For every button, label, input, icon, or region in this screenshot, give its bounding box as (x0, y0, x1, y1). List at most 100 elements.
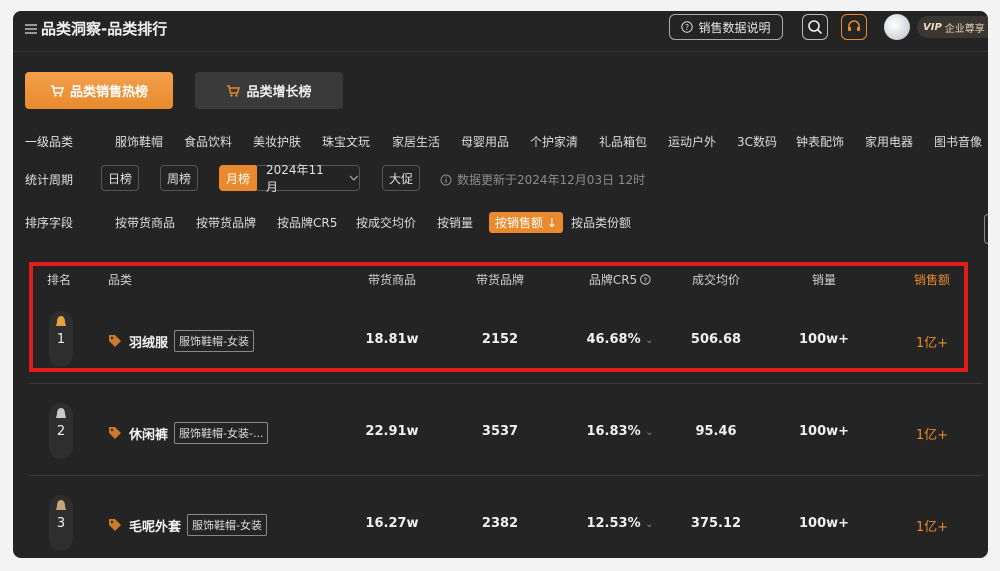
cr5-text: 12.53% (586, 516, 641, 531)
sales-value: 1亿+ (915, 336, 949, 351)
category-name[interactable]: 毛呢外套 (129, 516, 181, 535)
sort-option-active[interactable]: 按销售额 ↓ (489, 212, 563, 233)
menu-list-icon[interactable] (25, 23, 37, 35)
tab-category-growth[interactable]: 品类增长榜 (195, 72, 343, 109)
side-panel-handle[interactable] (984, 214, 988, 244)
svg-text:?: ? (644, 275, 648, 284)
col-brands[interactable]: 带货品牌 (476, 271, 524, 288)
tab-label: 品类增长榜 (246, 85, 312, 100)
col-sales[interactable]: 销售额 (914, 271, 950, 288)
table-row[interactable]: 1 羽绒服 服饰鞋帽-女装 18.81w 2152 46.68% ⌄ 506.6… (29, 295, 982, 385)
category-option[interactable]: 家居生活 (392, 133, 440, 150)
headset-icon (848, 20, 860, 31)
vip-text: 企业尊享 (944, 23, 985, 35)
cart-icon (50, 84, 64, 97)
avg-price-value: 95.46 (695, 424, 737, 439)
brands-value: 2152 (481, 332, 519, 347)
category-option[interactable]: 服饰鞋帽 (115, 133, 163, 150)
period-daily-button[interactable]: 日榜 (101, 165, 139, 191)
col-volume[interactable]: 销量 (812, 271, 836, 288)
category-option[interactable]: 钟表配饰 (796, 133, 844, 150)
question-circle-icon[interactable]: ? (640, 274, 651, 285)
period-promo-button[interactable]: 大促 (382, 165, 420, 191)
medal-silver-icon (56, 408, 66, 418)
category-cell: 休闲裤 服饰鞋帽-女装-... (107, 422, 269, 444)
vip-label: VIP (923, 21, 942, 33)
cr5-text: 16.83% (586, 424, 641, 439)
category-option[interactable]: 美妆护肤 (253, 133, 301, 150)
category-option[interactable]: 母婴用品 (461, 133, 509, 150)
category-name[interactable]: 休闲裤 (129, 424, 168, 443)
products-value: 16.27w (365, 516, 419, 531)
period-monthly-button[interactable]: 月榜 (219, 165, 257, 191)
category-option[interactable]: 运动户外 (668, 133, 716, 150)
vip-badge[interactable]: VIP 企业尊享 (917, 16, 988, 38)
tag-icon (109, 519, 121, 531)
cr5-value[interactable]: 12.53% ⌄ (586, 516, 653, 531)
chevron-down-icon: ⌄ (645, 519, 654, 530)
avg-price-value: 506.68 (690, 332, 742, 347)
row-divider (29, 475, 982, 476)
update-note-text: 数据更新于2024年12月03日 12时 (457, 173, 646, 187)
chevron-down-icon: ⌄ (645, 427, 654, 438)
top-header: 品类洞察-品类排行 ? 销售数据说明 VIP 企业尊享 (13, 11, 988, 52)
category-option[interactable]: 珠宝文玩 (322, 133, 370, 150)
table-header: 排名 品类 带货商品 带货品牌 品牌CR5 ? 成交均价 销量 销售额 (29, 266, 966, 290)
rank-badge: 1 (49, 311, 73, 367)
category-path-badge: 服饰鞋帽-女装-... (174, 422, 269, 444)
app-window: 品类洞察-品类排行 ? 销售数据说明 VIP 企业尊享 品类销售热榜 品类增长榜… (13, 11, 988, 558)
category-cell: 羽绒服 服饰鞋帽-女装 (107, 330, 254, 352)
period-weekly-button[interactable]: 周榜 (160, 165, 198, 191)
tab-label: 品类销售热榜 (69, 85, 148, 100)
sort-option[interactable]: 按品牌CR5 (277, 214, 337, 231)
col-cr5[interactable]: 品牌CR5 ? (589, 271, 651, 288)
sort-option[interactable]: 按带货商品 (115, 214, 175, 231)
sales-data-explain-button[interactable]: ? 销售数据说明 (669, 14, 783, 40)
chevron-down-icon (349, 175, 359, 181)
svg-text:?: ? (685, 23, 689, 32)
medal-gold-icon (56, 316, 66, 326)
col-rank: 排名 (47, 273, 72, 287)
title-area: 品类洞察-品类排行 (25, 18, 167, 39)
brands-value: 2382 (481, 516, 519, 531)
search-button[interactable] (802, 14, 828, 40)
chevron-down-icon: ⌄ (645, 335, 654, 346)
month-value: 2024年11月 (266, 163, 324, 194)
col-category: 品类 (108, 273, 133, 287)
col-products[interactable]: 带货商品 (368, 271, 416, 288)
sales-value: 1亿+ (915, 520, 949, 535)
rank-badge: 3 (49, 495, 73, 551)
category-option[interactable]: 3C数码 (737, 133, 777, 150)
sort-option[interactable]: 按品类份额 (571, 214, 631, 231)
category-option[interactable]: 食品饮料 (184, 133, 232, 150)
brands-value: 3537 (481, 424, 519, 439)
medal-bronze-icon (56, 500, 66, 510)
customer-service-button[interactable] (841, 14, 867, 40)
sort-label: 排序字段 (25, 216, 74, 230)
category-name[interactable]: 羽绒服 (129, 332, 168, 351)
sort-option[interactable]: 按销量 (437, 214, 473, 231)
cr5-value[interactable]: 16.83% ⌄ (586, 424, 653, 439)
cart-icon (227, 84, 241, 97)
table-row[interactable]: 3 毛呢外套 服饰鞋帽-女装 16.27w 2382 12.53% ⌄ 375.… (29, 479, 982, 558)
rank-number: 1 (56, 332, 66, 347)
month-select[interactable]: 2024年11月 (256, 163, 360, 194)
category-option[interactable]: 个护家清 (530, 133, 578, 150)
category-option[interactable]: 家用电器 (865, 133, 913, 150)
table-row[interactable]: 2 休闲裤 服饰鞋帽-女装-... 22.91w 3537 16.83% ⌄ 9… (29, 387, 982, 477)
search-icon (808, 20, 823, 35)
tab-category-sales-hot[interactable]: 品类销售热榜 (25, 72, 173, 109)
cr5-value[interactable]: 46.68% ⌄ (586, 332, 653, 347)
tag-icon (109, 427, 121, 439)
sort-option[interactable]: 按带货品牌 (196, 214, 256, 231)
category-option[interactable]: 图书音像 (934, 133, 982, 150)
rank-badge: 2 (49, 403, 73, 459)
category-cell: 毛呢外套 服饰鞋帽-女装 (107, 514, 267, 536)
category-option[interactable]: 礼品箱包 (599, 133, 647, 150)
period-label: 统计周期 (25, 173, 74, 187)
sales-value: 1亿+ (915, 428, 949, 443)
sort-down-arrow-icon: ↓ (546, 216, 557, 230)
col-avg-price[interactable]: 成交均价 (692, 271, 740, 288)
user-avatar[interactable] (884, 14, 910, 40)
sort-option[interactable]: 按成交均价 (356, 214, 416, 231)
